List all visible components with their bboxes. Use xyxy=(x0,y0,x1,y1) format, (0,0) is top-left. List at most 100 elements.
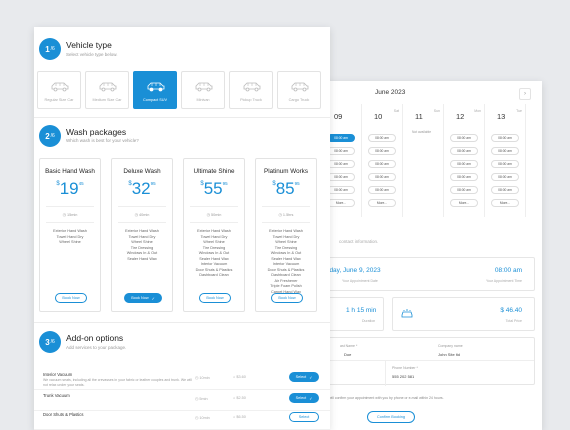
phone-label: Phone Number * xyxy=(392,366,418,370)
package-features: Exterior Hand Wash Towel Hand Dry Wheel Sh… xyxy=(256,229,316,295)
time-slot-button[interactable]: 08:00 am xyxy=(368,173,396,181)
clock-icon: ◷ xyxy=(278,213,282,217)
package-name: Platinum Works xyxy=(264,168,308,175)
book-now-button[interactable]: Book Now xyxy=(271,293,303,303)
addon-price-value: $6.50 xyxy=(236,415,246,419)
time-slot-button[interactable]: 08:00 am xyxy=(491,186,519,194)
addon-price: ⌂ $2.50 xyxy=(233,396,246,400)
addon-divider xyxy=(34,389,330,390)
day-number: 09 xyxy=(334,112,343,121)
wash-package-card: Platinum Works $8595 ◷ 1.5hrs Exterior Hand… xyxy=(255,158,317,312)
package-duration: ◷ 40min xyxy=(112,212,172,217)
car-wash-icon xyxy=(401,309,413,318)
book-now-button[interactable]: Book Now xyxy=(199,293,231,303)
package-feature: Wheel Shine xyxy=(59,240,81,244)
addon-row: Door Shuts & Plastics ◷ 10min ⌂ $6.50 Selec… xyxy=(34,410,330,428)
package-price-amount: 19 xyxy=(59,179,79,198)
company-label: Company name xyxy=(438,344,463,348)
time-slot-button[interactable]: 08:00 am xyxy=(368,186,396,194)
time-slot-button[interactable]: 08:00 am xyxy=(368,134,396,142)
vehicle-icon xyxy=(291,82,309,92)
time-slot-button[interactable]: 08:00 am xyxy=(450,186,478,194)
form-divider xyxy=(385,360,386,386)
time-slot-button[interactable]: 08:00 am xyxy=(450,134,478,142)
addon-select-button[interactable]: Select ✓ xyxy=(289,393,319,403)
clock-icon: ◷ xyxy=(134,213,138,217)
not-available-note: Not available xyxy=(412,130,432,134)
book-now-label: Book Now xyxy=(278,296,296,300)
time-slot-button[interactable]: 08:00 am xyxy=(491,173,519,181)
time-slot-button[interactable]: 08:00 am xyxy=(368,147,396,155)
addon-select-button[interactable]: Select xyxy=(289,412,319,422)
check-icon: ✓ xyxy=(151,296,155,301)
booking-form-panel: 1/6 Vehicle type Select vehicle type bel… xyxy=(34,27,330,430)
phone-field[interactable]: 555 202 581 xyxy=(392,374,414,379)
addon-time-value: 10min xyxy=(199,416,210,420)
vehicle-type-option[interactable]: Compact SUV xyxy=(133,71,177,109)
section-divider xyxy=(34,322,330,323)
addon-price: ⌂ $6.50 xyxy=(233,415,246,419)
vehicle-type-option[interactable]: Cargo Truck xyxy=(277,71,321,109)
wash-package-card: Ultimate Shine $5595 ◷ 50min Exterior Hand … xyxy=(183,158,245,312)
tag-icon: ⌂ xyxy=(233,415,236,419)
package-feature: Sealer Hand Wax xyxy=(127,256,157,261)
vehicle-type-option[interactable]: Regular Size Car xyxy=(37,71,81,109)
wash-package-card: Basic Hand Wash $1945 ◷ 15min Exterior Hand… xyxy=(39,158,101,312)
step-badge-1: 1/6 xyxy=(39,38,61,60)
confirm-booking-button[interactable]: Confirm Booking xyxy=(367,411,415,423)
clock-icon: ◷ xyxy=(195,376,199,380)
addon-row: Trunk Vacuum ◷ 5min ⌂ $2.50 Select ✓ xyxy=(34,391,330,409)
time-slot-button[interactable]: 08:00 am xyxy=(491,134,519,142)
package-divider xyxy=(190,206,238,207)
time-slot-button[interactable]: 08:00 am xyxy=(327,186,355,194)
duration-value: 1 h 15 min xyxy=(346,307,377,314)
price-box: $ 46.40 Total Price xyxy=(392,297,535,331)
vehicle-type-option[interactable]: Minivan xyxy=(181,71,225,109)
addon-select-button[interactable]: Select ✓ xyxy=(289,372,319,382)
book-now-button[interactable]: Book Now ✓ xyxy=(124,293,162,303)
time-slot-button[interactable]: 08:00 am xyxy=(368,160,396,168)
time-slot-button[interactable]: 08:00 am xyxy=(450,160,478,168)
vehicle-icon xyxy=(243,82,261,92)
clock-icon: ◷ xyxy=(195,397,199,401)
package-divider xyxy=(262,222,310,223)
vehicle-type-option[interactable]: Medium Size Car xyxy=(85,71,129,109)
plus-icon[interactable]: › xyxy=(519,88,531,100)
book-now-button[interactable]: Book Now xyxy=(55,293,87,303)
day-number: 13 xyxy=(497,112,506,121)
package-duration-value: 40min xyxy=(139,213,150,217)
vehicle-type-label: Medium Size Car xyxy=(92,98,122,102)
vehicle-icon xyxy=(195,82,213,92)
vehicle-type-option[interactable]: Pickup Truck xyxy=(229,71,273,109)
calendar-day-column: Sun 11 Not available xyxy=(403,104,444,217)
package-price-cents: 95 xyxy=(150,181,156,186)
time-slot-button[interactable]: 08:00 am xyxy=(491,160,519,168)
last-name-field[interactable]: Doe xyxy=(344,352,351,357)
time-slot-button[interactable]: 08:00 am xyxy=(491,147,519,155)
time-slot-button[interactable]: 08:00 am xyxy=(327,134,355,142)
package-features: Exterior Hand Wash Towel Hand Dry Wheel Sh… xyxy=(40,229,100,246)
time-slot-button[interactable]: More... xyxy=(368,199,396,207)
vehicle-type-label: Compact SUV xyxy=(142,98,168,102)
company-field[interactable]: John Site ltd xyxy=(438,352,460,357)
contact-form: ast Name * Doe Company name John Site lt… xyxy=(323,337,535,386)
day-of-week: Mon xyxy=(474,109,481,113)
time-slot-button[interactable]: 08:00 am xyxy=(327,160,355,168)
vehicle-icon xyxy=(99,82,117,92)
time-slot-button[interactable]: More... xyxy=(450,199,478,207)
time-slot-button[interactable]: More... xyxy=(491,199,519,207)
vehicle-type-label: Pickup Truck xyxy=(240,98,262,102)
package-divider xyxy=(262,206,310,207)
addon-options-subtitle: Add services to your package. xyxy=(66,345,127,350)
time-slot-button[interactable]: 08:00 am xyxy=(450,147,478,155)
time-slot-button[interactable]: 08:00 am xyxy=(327,173,355,181)
total-price: $ 46.40 xyxy=(500,307,522,314)
time-slot-button[interactable]: 08:00 am xyxy=(327,147,355,155)
addon-name: Door Shuts & Plastics xyxy=(43,412,84,417)
duration-label: Duration xyxy=(362,319,376,323)
appointment-date-label: Your Appointment Date xyxy=(342,279,378,283)
time-slot-button[interactable]: More... xyxy=(327,199,355,207)
addon-name: Interior Vacuum xyxy=(43,372,73,377)
package-duration-value: 50min xyxy=(211,213,222,217)
time-slot-button[interactable]: 08:00 am xyxy=(450,173,478,181)
